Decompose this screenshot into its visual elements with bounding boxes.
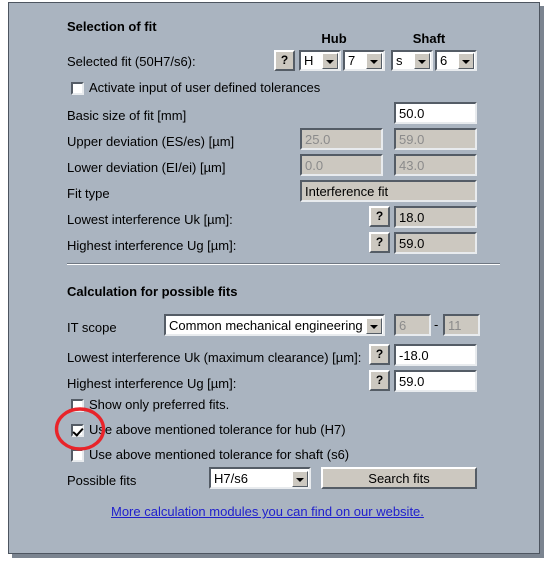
label-selected-fit: Selected fit (50H7/s6):	[67, 54, 196, 69]
fit-type-output: Interference fit	[300, 180, 477, 202]
panel-shadow-right	[540, 6, 544, 558]
label-highest-interference: Highest interference Ug [µm]:	[67, 238, 237, 253]
it-scope-range-dash: -	[434, 317, 439, 332]
label-fit-type: Fit type	[67, 186, 110, 201]
chevron-down-icon[interactable]	[414, 53, 430, 69]
lower-deviation-shaft-input[interactable]: 43.0	[394, 154, 477, 176]
section-title-selection-of-fit: Selection of fit	[67, 19, 157, 34]
upper-deviation-hub-input[interactable]: 25.0	[300, 128, 383, 150]
hub-grade-select[interactable]: 7	[343, 50, 385, 71]
possible-lowest-interference-input[interactable]: -18.0	[394, 344, 477, 366]
chevron-down-icon[interactable]	[366, 53, 382, 69]
shaft-grade-value: 6	[440, 53, 448, 68]
checkbox-box[interactable]	[71, 449, 84, 462]
label-it-scope: IT scope	[67, 320, 117, 335]
label-possible-lowest-interference: Lowest interference Uk (maximum clearanc…	[67, 350, 362, 365]
help-button-possible-highest-interference[interactable]: ?	[369, 370, 390, 391]
it-scope-select[interactable]: Common mechanical engineering	[164, 314, 385, 336]
search-fits-button[interactable]: Search fits	[321, 467, 477, 489]
chevron-down-icon[interactable]	[458, 53, 474, 69]
shaft-letter-value: s	[396, 53, 403, 68]
activate-user-tolerances-label: Activate input of user defined tolerance…	[89, 80, 321, 95]
column-header-hub: Hub	[321, 31, 347, 46]
panel-shadow-bottom	[12, 554, 544, 558]
label-lower-deviation: Lower deviation (EI/ei) [µm]	[67, 160, 226, 175]
shaft-letter-select[interactable]: s	[391, 50, 433, 71]
hub-grade-value: 7	[348, 53, 356, 68]
chevron-down-icon[interactable]	[292, 471, 308, 487]
basic-size-input[interactable]: 50.0	[394, 102, 477, 124]
help-button-highest-interference[interactable]: ?	[369, 232, 390, 253]
section-separator	[67, 263, 500, 265]
lower-deviation-hub-input[interactable]: 0.0	[300, 154, 383, 176]
help-button-lowest-interference[interactable]: ?	[369, 206, 390, 227]
chevron-down-icon[interactable]	[322, 53, 338, 69]
label-possible-highest-interference: Highest interference Ug [µm]:	[67, 376, 237, 391]
label-possible-fits: Possible fits	[67, 473, 137, 488]
shaft-grade-select[interactable]: 6	[435, 50, 477, 71]
label-basic-size: Basic size of fit [mm]	[67, 108, 187, 123]
it-scope-to-input[interactable]: 11	[443, 314, 480, 336]
use-hub-tolerance-label: Use above mentioned tolerance for hub (H…	[89, 422, 346, 437]
checkbox-box-checked[interactable]	[71, 424, 84, 437]
checkbox-box[interactable]	[71, 399, 84, 412]
show-preferred-fits-label: Show only preferred fits.	[89, 397, 230, 412]
fit-calculation-dialog: Selection of fit Hub Shaft Selected fit …	[8, 2, 540, 554]
use-shaft-tolerance-label: Use above mentioned tolerance for shaft …	[89, 447, 350, 462]
possible-highest-interference-input[interactable]: 59.0	[394, 370, 477, 392]
label-upper-deviation: Upper deviation (ES/es) [µm]	[67, 134, 235, 149]
hub-letter-select[interactable]: H	[299, 50, 341, 71]
possible-fits-select[interactable]: H7/s6	[209, 467, 311, 489]
section-title-possible-fits: Calculation for possible fits	[67, 284, 238, 299]
screenshot-root: Selection of fit Hub Shaft Selected fit …	[0, 0, 558, 562]
highest-interference-output: 59.0	[394, 232, 477, 254]
column-header-shaft: Shaft	[412, 31, 446, 46]
possible-fits-value: H7/s6	[214, 471, 248, 486]
checkbox-box[interactable]	[71, 82, 84, 95]
it-scope-value: Common mechanical engineering	[169, 318, 363, 333]
lowest-interference-output: 18.0	[394, 206, 477, 228]
more-modules-link[interactable]: More calculation modules you can find on…	[111, 504, 424, 519]
chevron-down-icon[interactable]	[366, 318, 382, 334]
label-lowest-interference: Lowest interference Uk [µm]:	[67, 212, 233, 227]
help-button-selected-fit[interactable]: ?	[274, 50, 295, 71]
help-button-possible-lowest-interference[interactable]: ?	[369, 344, 390, 365]
it-scope-from-input[interactable]: 6	[394, 314, 431, 336]
hub-letter-value: H	[304, 53, 314, 68]
upper-deviation-shaft-input[interactable]: 59.0	[394, 128, 477, 150]
